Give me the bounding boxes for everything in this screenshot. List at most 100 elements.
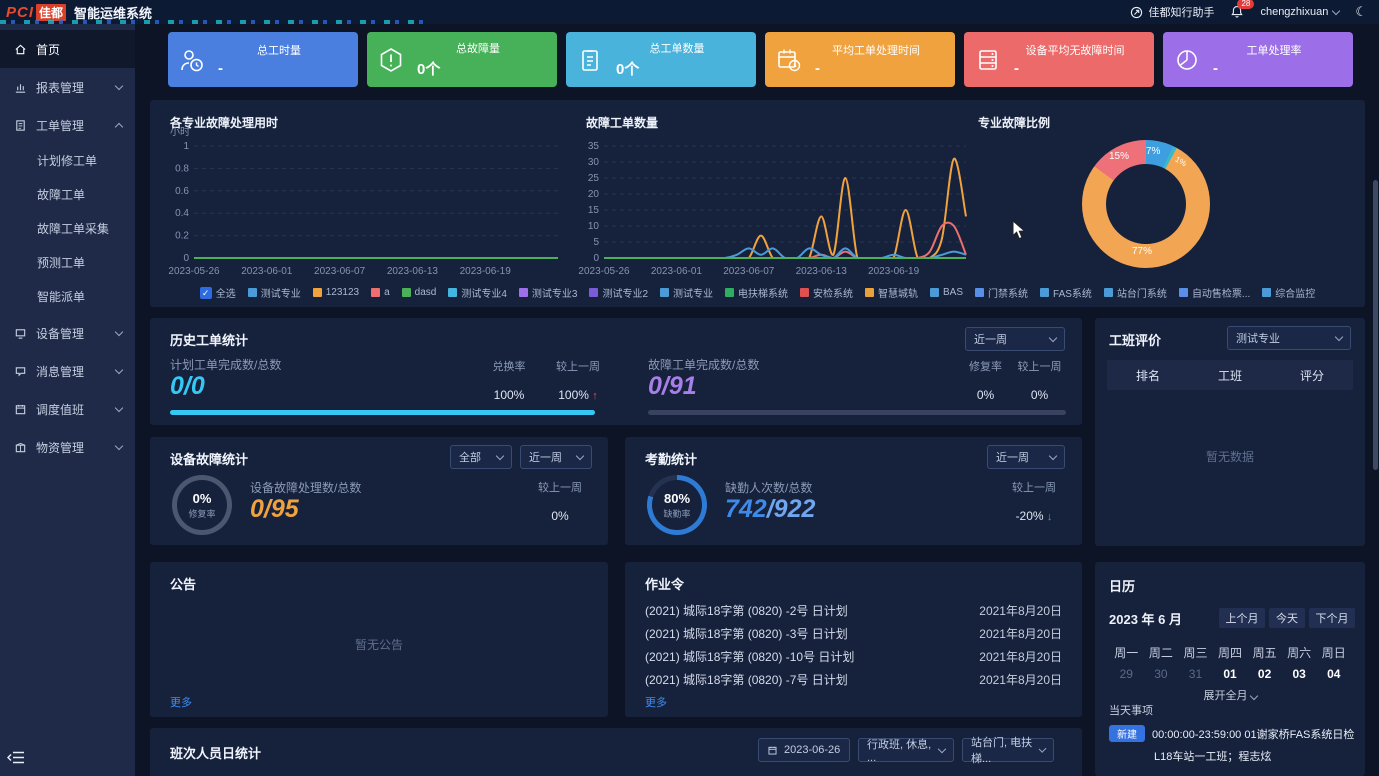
bar-chart-icon (14, 81, 27, 94)
svg-text:2023-06-19: 2023-06-19 (460, 266, 512, 277)
sidebar-item-materials[interactable]: 物资管理 (0, 428, 135, 466)
calendar-day[interactable]: 04 (1316, 667, 1351, 681)
attendance-panel: 考勤统计 近一周 80%缺勤率 缺勤人次数/总数 742/922 较上一周-20… (625, 437, 1082, 545)
order-row[interactable]: (2021) 城际18字第 (0820) -3号 日计划2021年8月20日 (645, 625, 1062, 642)
legend-item[interactable]: FAS系统 (1040, 285, 1092, 300)
legend-swatch (975, 288, 984, 297)
calendar-day[interactable]: 30 (1144, 667, 1179, 681)
repair-rate-gauge: 0%修复率 (172, 475, 232, 535)
sidebar-subitem-fault-collect[interactable]: 故障工单采集 (0, 212, 135, 246)
legend-item[interactable]: 测试专业3 (519, 285, 578, 300)
theme-toggle[interactable]: ☾ (1355, 4, 1367, 20)
app-logo: PCI 佳都 智能运维系统 (6, 3, 152, 22)
legend-item[interactable]: 测试专业2 (589, 285, 648, 300)
legend-swatch (589, 288, 598, 297)
legend-item[interactable]: 智慧城轨 (865, 285, 918, 300)
chevron-up-icon (115, 122, 123, 130)
sidebar-item-messages[interactable]: 消息管理 (0, 352, 135, 390)
calendar-day[interactable]: 03 (1282, 667, 1317, 681)
alert-hexagon-icon (377, 46, 405, 74)
sidebar-item-reports[interactable]: 报表管理 (0, 68, 135, 106)
charts-panel: 各专业故障处理用时 故障工单数量 专业故障比例 00.20.40.60.8120… (150, 100, 1365, 307)
calendar-day[interactable]: 31 (1178, 667, 1213, 681)
next-month-button[interactable]: 下个月 (1309, 608, 1355, 628)
order-row[interactable]: (2021) 城际18字第 (0820) -10号 日计划2021年8月20日 (645, 648, 1062, 665)
sidebar-collapse-button[interactable] (7, 750, 25, 770)
chevron-down-icon (1049, 333, 1057, 341)
sidebar-subitem-planned-orders[interactable]: 计划修工单 (0, 144, 135, 178)
attendance-range-select[interactable]: 近一周 (987, 445, 1065, 469)
legend-item[interactable]: 站台门系统 (1104, 285, 1167, 300)
trend-down-arrow: ↓ (1047, 511, 1053, 523)
svg-text:2023-06-13: 2023-06-13 (796, 266, 848, 277)
calendar-day[interactable]: 01 (1213, 667, 1248, 681)
sidebar-subitem-predict-orders[interactable]: 预测工单 (0, 246, 135, 280)
device-range-select[interactable]: 近一周 (520, 445, 592, 469)
team-major-select[interactable]: 测试专业 (1227, 326, 1351, 350)
username: chengzhixuan (1260, 6, 1328, 18)
today-button[interactable]: 今天 (1269, 608, 1305, 628)
svg-text:0.2: 0.2 (175, 231, 189, 242)
plan-progress-bar (170, 410, 595, 415)
notice-more-link[interactable]: 更多 (170, 694, 192, 710)
stat-card-avg-process-time: 平均工单处理时间- (765, 32, 955, 87)
box-icon (14, 441, 27, 454)
legend-item[interactable]: 测试专业4 (448, 285, 507, 300)
shift-type-select[interactable]: 行政班, 休息, ... (858, 738, 954, 762)
legend-item[interactable]: dasd (402, 287, 437, 298)
orders-more-link[interactable]: 更多 (645, 694, 667, 710)
assistant-button[interactable]: 佳都知行助手 (1130, 4, 1214, 20)
legend-item[interactable]: 综合监控 (1262, 285, 1315, 300)
shift-date-picker[interactable]: 2023-06-26 (758, 738, 850, 762)
event-detail-line: L18车站一工班；程志炫 (1154, 748, 1271, 764)
shift-system-select[interactable]: 站台门, 电扶梯... (962, 738, 1054, 762)
empty-state: 暂无公告 (150, 636, 608, 653)
donut-label-77: 77% (1132, 246, 1152, 257)
expand-month-link[interactable]: 展开全月 (1095, 687, 1365, 703)
svg-text:10: 10 (588, 221, 600, 232)
panel-title: 设备故障统计 (170, 449, 248, 468)
legend-item[interactable]: 123123 (313, 287, 359, 298)
order-row[interactable]: (2021) 城际18字第 (0820) -2号 日计划2021年8月20日 (645, 602, 1062, 619)
svg-text:0.6: 0.6 (175, 186, 189, 197)
calendar-day[interactable]: 29 (1109, 667, 1144, 681)
notifications-button[interactable]: 28 (1230, 5, 1244, 19)
panel-title: 班次人员日统计 (170, 743, 261, 762)
history-range-select[interactable]: 近一周 (965, 327, 1065, 351)
home-icon (14, 43, 27, 56)
legend-swatch (448, 288, 457, 297)
legend-item[interactable]: 安检系统 (800, 285, 853, 300)
svg-text:2023-05-26: 2023-05-26 (578, 266, 630, 277)
panel-title: 历史工单统计 (170, 330, 248, 349)
calendar-day[interactable]: 02 (1247, 667, 1282, 681)
order-row[interactable]: (2021) 城际18字第 (0820) -7号 日计划2021年8月20日 (645, 671, 1062, 688)
sidebar-item-workorders[interactable]: 工单管理 (0, 106, 135, 144)
checkbox-checked-icon: ✓ (200, 287, 212, 299)
legend-item[interactable]: 自动售检票... (1179, 285, 1250, 300)
legend-item[interactable]: 测试专业 (248, 285, 301, 300)
scrollbar-thumb[interactable] (1373, 180, 1378, 470)
sidebar-item-dispatch-duty[interactable]: 调度值班 (0, 390, 135, 428)
legend-swatch (519, 288, 528, 297)
sidebar-item-devices[interactable]: 设备管理 (0, 314, 135, 352)
legend-swatch (1179, 288, 1188, 297)
legend-item[interactable]: 电扶梯系统 (725, 285, 788, 300)
sidebar-subitem-fault-orders[interactable]: 故障工单 (0, 178, 135, 212)
legend-item[interactable]: 测试专业 (660, 285, 713, 300)
monitor-icon (14, 327, 27, 340)
sidebar-item-home[interactable]: 首页 (0, 30, 135, 68)
chevron-down-icon (115, 327, 123, 335)
svg-text:15: 15 (588, 205, 600, 216)
fault-orders-value: 0/91 (648, 372, 697, 401)
work-order-panel: 作业令 (2021) 城际18字第 (0820) -2号 日计划2021年8月2… (625, 562, 1082, 717)
legend-item[interactable]: BAS (930, 287, 963, 298)
user-menu[interactable]: chengzhixuan (1260, 6, 1339, 18)
prev-month-button[interactable]: 上个月 (1219, 608, 1265, 628)
legend-item[interactable]: a (371, 287, 390, 298)
server-icon (974, 46, 1002, 74)
device-scope-select[interactable]: 全部 (450, 445, 512, 469)
legend-item[interactable]: 门禁系统 (975, 285, 1028, 300)
sidebar-subitem-smart-dispatch[interactable]: 智能派单 (0, 280, 135, 314)
calendar-event-row[interactable]: 新建 00:00:00-23:59:00 01谢家桥FAS系统日检 (1109, 725, 1354, 742)
legend-select-all[interactable]: ✓全选 (200, 285, 236, 300)
